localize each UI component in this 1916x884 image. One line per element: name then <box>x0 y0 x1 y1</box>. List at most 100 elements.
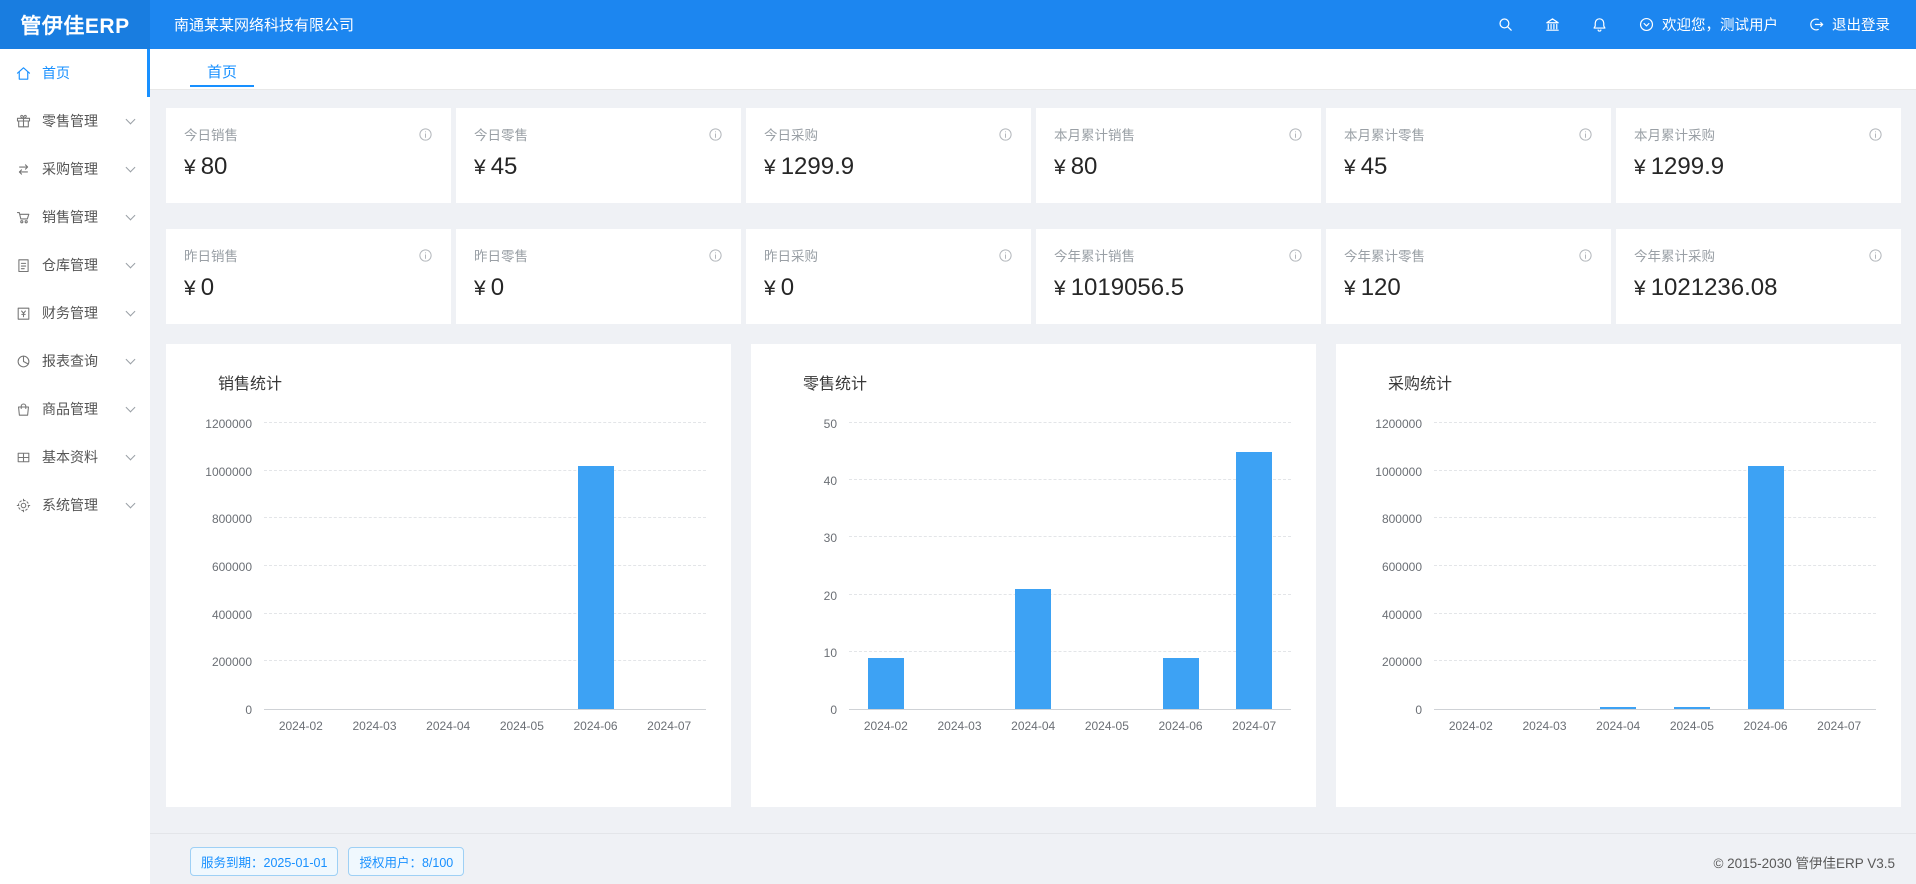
info-icon[interactable] <box>1868 248 1883 263</box>
gridline <box>264 422 706 423</box>
stat-card-header: 昨日采购 <box>764 245 1013 265</box>
topbar-actions: 欢迎您，测试用户 退出登录 <box>1497 14 1916 35</box>
info-icon[interactable] <box>708 248 723 263</box>
x-axis-label: 2024-06 <box>559 719 633 733</box>
sidebar-item-ledger[interactable]: 财务管理 <box>0 289 150 337</box>
x-axis: 2024-022024-032024-042024-052024-062024-… <box>264 719 706 733</box>
y-axis-tick: 1000000 <box>205 465 252 479</box>
sidebar-item-label: 采购管理 <box>42 159 98 179</box>
y-axis-tick: 800000 <box>212 512 252 526</box>
stat-card-label: 本月累计销售 <box>1054 124 1135 144</box>
stat-card-label: 今日采购 <box>764 124 818 144</box>
bar-slot <box>632 424 706 709</box>
y-axis-tick: 30 <box>824 531 837 545</box>
stat-card-value: ¥80 <box>184 153 433 181</box>
sidebar-item-gift[interactable]: 零售管理 <box>0 97 150 145</box>
top-bar: 管伊佳ERP 南通某某网络科技有限公司 欢迎您，测试用户 退出登录 <box>0 0 1916 49</box>
stat-amount: 80 <box>1071 153 1098 180</box>
info-icon[interactable] <box>1868 127 1883 142</box>
sidebar-item-grid[interactable]: 基本资料 <box>0 433 150 481</box>
info-icon[interactable] <box>418 127 433 142</box>
bar <box>578 466 614 709</box>
sidebar-item-label: 销售管理 <box>42 207 98 227</box>
info-icon[interactable] <box>1578 248 1593 263</box>
tab-home[interactable]: 首页 <box>190 54 254 87</box>
sidebar-item-pie-chart[interactable]: 报表查询 <box>0 337 150 385</box>
stat-card-value: ¥45 <box>1344 153 1593 181</box>
sidebar-item-label: 系统管理 <box>42 495 98 515</box>
bar-slot <box>1434 424 1508 709</box>
info-icon[interactable] <box>998 248 1013 263</box>
info-icon[interactable] <box>1288 248 1303 263</box>
x-axis-label: 2024-07 <box>1217 719 1291 733</box>
stat-card-value: ¥0 <box>764 274 1013 302</box>
bar-slot <box>996 424 1070 709</box>
company-name: 南通某某网络科技有限公司 <box>174 14 354 35</box>
sidebar-item-sync[interactable]: 采购管理 <box>0 145 150 193</box>
sidebar-item-bag[interactable]: 商品管理 <box>0 385 150 433</box>
stat-card-label: 今日零售 <box>474 124 528 144</box>
stat-amount: 1299.9 <box>781 153 854 180</box>
bar <box>1600 707 1636 709</box>
chart-body: 010203040502024-022024-032024-042024-052… <box>751 424 1291 733</box>
currency-symbol: ¥ <box>764 156 776 179</box>
search-icon[interactable] <box>1497 16 1514 33</box>
bar <box>1236 452 1272 709</box>
currency-symbol: ¥ <box>184 277 196 300</box>
bar <box>868 658 904 710</box>
sidebar-item-home[interactable]: 首页 <box>0 49 150 97</box>
bar-slot <box>559 424 633 709</box>
stat-card-value: ¥1019056.5 <box>1054 274 1303 302</box>
user-menu[interactable]: 欢迎您，测试用户 <box>1638 14 1778 35</box>
sidebar-item-label: 商品管理 <box>42 399 98 419</box>
licensed-users-badge: 授权用户：8/100 <box>348 847 464 876</box>
info-icon[interactable] <box>708 127 723 142</box>
y-axis-tick: 200000 <box>1382 655 1422 669</box>
x-axis-label: 2024-05 <box>1070 719 1144 733</box>
app-logo-text: 管伊佳ERP <box>20 10 129 40</box>
app-logo: 管伊佳ERP <box>0 0 150 49</box>
sidebar-item-label: 报表查询 <box>42 351 98 371</box>
bell-icon[interactable] <box>1591 16 1608 33</box>
chart-sales: 销售统计020000040000060000080000010000001200… <box>166 344 731 807</box>
sidebar-item-cart[interactable]: 销售管理 <box>0 193 150 241</box>
y-axis-tick: 400000 <box>1382 608 1422 622</box>
bank-icon[interactable] <box>1544 16 1561 33</box>
pie-chart-icon <box>15 353 32 370</box>
currency-symbol: ¥ <box>1344 277 1356 300</box>
stat-card-header: 本月累计采购 <box>1634 124 1883 144</box>
service-expiry-badge: 服务到期：2025-01-01 <box>190 847 338 876</box>
sidebar-item-gear[interactable]: 系统管理 <box>0 481 150 529</box>
x-axis: 2024-022024-032024-042024-052024-062024-… <box>1434 719 1876 733</box>
x-axis-label: 2024-04 <box>1581 719 1655 733</box>
home-icon <box>15 65 32 82</box>
bar-series <box>264 424 706 709</box>
info-icon[interactable] <box>418 248 433 263</box>
currency-symbol: ¥ <box>1634 156 1646 179</box>
sync-icon <box>15 161 32 178</box>
plot-wrap: 2024-022024-032024-042024-052024-062024-… <box>849 424 1291 733</box>
charts-row: 销售统计020000040000060000080000010000001200… <box>166 344 1901 807</box>
stat-amount: 45 <box>1361 153 1388 180</box>
x-axis-label: 2024-07 <box>1802 719 1876 733</box>
stat-card-label: 今年累计零售 <box>1344 245 1425 265</box>
bar-slot <box>923 424 997 709</box>
bar-slot <box>485 424 559 709</box>
stat-amount: 1299.9 <box>1651 153 1724 180</box>
y-axis: 020000040000060000080000010000001200000 <box>1336 424 1434 710</box>
logout-button[interactable]: 退出登录 <box>1808 14 1890 35</box>
info-icon[interactable] <box>1288 127 1303 142</box>
stat-card: 今年累计销售¥1019056.5 <box>1036 229 1321 324</box>
sidebar-item-document[interactable]: 仓库管理 <box>0 241 150 289</box>
y-axis-tick: 0 <box>1415 703 1422 717</box>
logout-icon <box>1808 16 1825 33</box>
info-icon[interactable] <box>998 127 1013 142</box>
bar-slot <box>1144 424 1218 709</box>
bar-slot <box>264 424 338 709</box>
info-icon[interactable] <box>1578 127 1593 142</box>
gridline <box>1434 422 1876 423</box>
ledger-icon <box>15 305 32 322</box>
plot-area <box>264 424 706 710</box>
chevron-down-icon <box>126 114 136 124</box>
stat-cards: 今日销售¥80今日零售¥45今日采购¥1299.9本月累计销售¥80本月累计零售… <box>166 108 1901 324</box>
